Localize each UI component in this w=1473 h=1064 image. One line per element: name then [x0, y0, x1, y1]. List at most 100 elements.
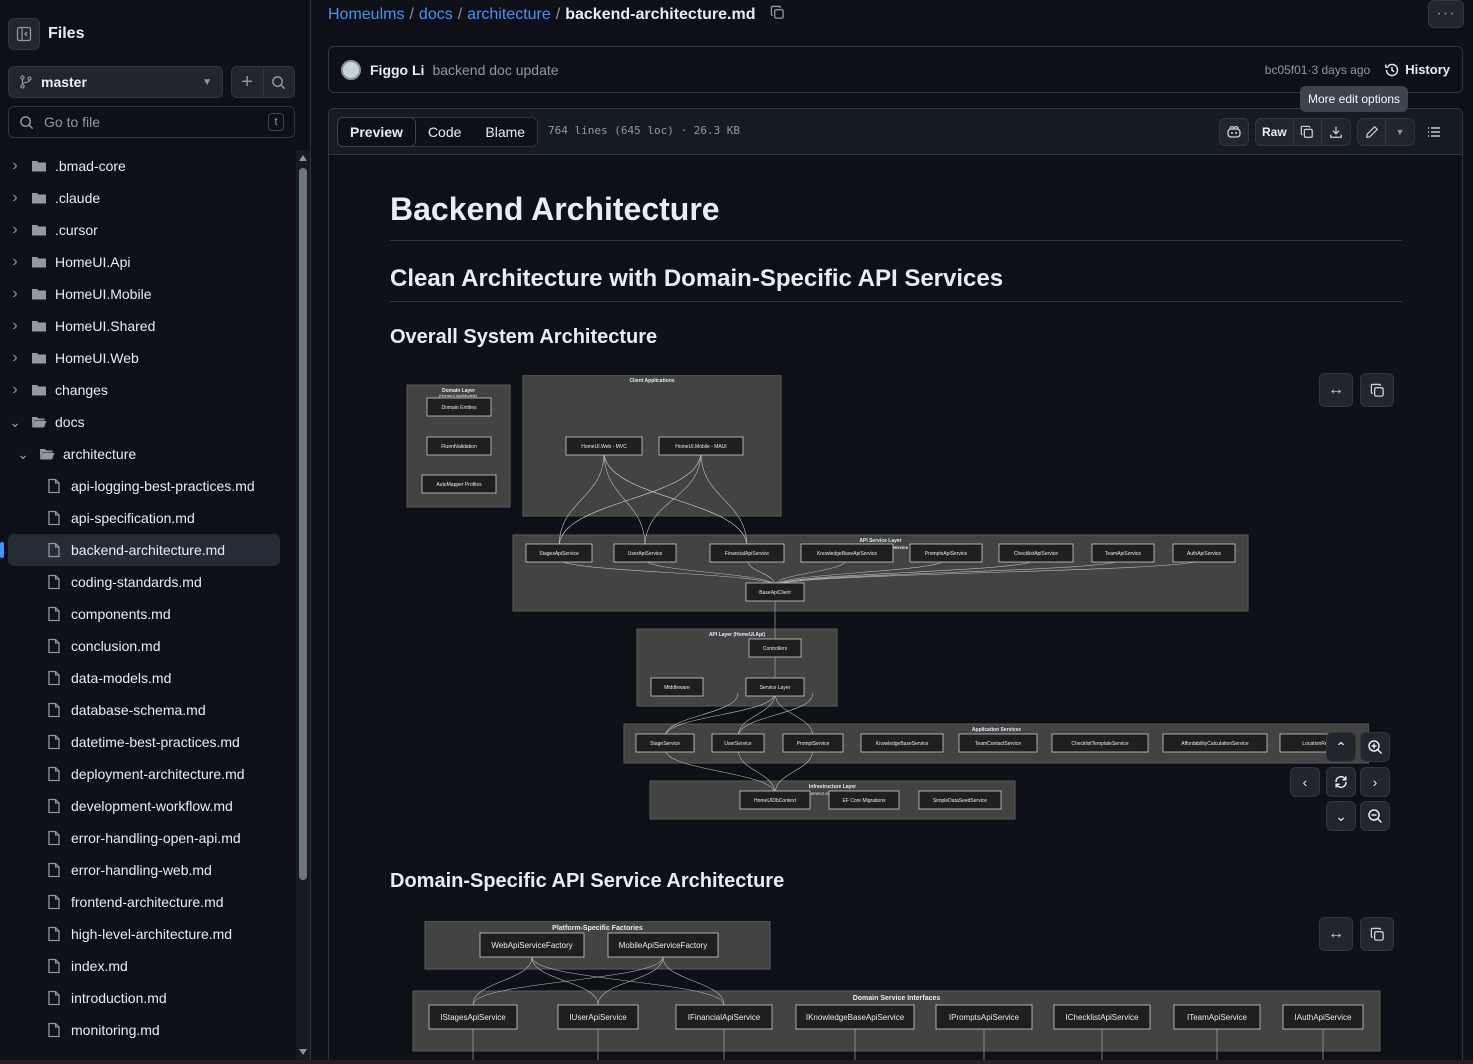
tree-file-item[interactable]: components.md: [0, 598, 296, 630]
tree-item-label: api-logging-best-practices.md: [71, 478, 255, 494]
tree-file-item[interactable]: backend-architecture.md: [0, 534, 280, 566]
tab-blame[interactable]: Blame: [473, 118, 537, 146]
breadcrumb: Homeulms / docs / architecture / backend…: [328, 5, 785, 25]
tree-file-item[interactable]: error-handling-web.md: [0, 854, 296, 886]
pan-right-button[interactable]: ›: [1360, 767, 1390, 797]
tree-file-item[interactable]: datetime-best-practices.md: [0, 726, 296, 758]
tree-file-item[interactable]: database-schema.md: [0, 694, 296, 726]
zoom-out-button[interactable]: [1360, 801, 1390, 831]
tree-folder-item[interactable]: › .cursor: [0, 214, 296, 246]
copy-path-button[interactable]: [770, 5, 785, 25]
tree-folder-item[interactable]: › HomeUI.Shared: [0, 310, 296, 342]
folder-open-icon: [32, 417, 47, 428]
folder-icon: [32, 257, 46, 268]
tree-file-item[interactable]: api-specification.md: [0, 502, 296, 534]
folder-icon-wrap: [31, 318, 47, 334]
tree-file-item[interactable]: development-workflow.md: [0, 790, 296, 822]
folder-icon: [32, 353, 46, 364]
factories-cluster-label: Platform-Specific Factories: [552, 925, 643, 932]
tree-file-item[interactable]: frontend-architecture.md: [0, 886, 296, 918]
tree-file-item[interactable]: monitoring.md: [0, 1014, 296, 1046]
sidebar-actions: +: [231, 66, 295, 98]
go-to-file-input[interactable]: Go to file t: [8, 106, 295, 138]
copy-raw-button[interactable]: [1294, 119, 1322, 145]
pan-left-button[interactable]: ‹: [1290, 767, 1320, 797]
tree-item-label: .cursor: [55, 222, 98, 238]
tab-code[interactable]: Code: [416, 118, 473, 146]
file-icon-wrap: [46, 862, 62, 878]
branch-selector[interactable]: master ▼: [8, 66, 223, 98]
tree-file-item[interactable]: coding-standards.md: [0, 566, 296, 598]
tree-folder-item[interactable]: › .claude: [0, 182, 296, 214]
chevron-down-icon[interactable]: ⌄: [9, 414, 21, 431]
download-raw-button[interactable]: [1322, 119, 1350, 145]
tree-file-item[interactable]: high-level-architecture.md: [0, 918, 296, 950]
tree-item-label: data-models.md: [71, 670, 172, 686]
history-button[interactable]: History: [1384, 62, 1450, 78]
tree-file-item[interactable]: conclusion.md: [0, 630, 296, 662]
collapse-sidebar-button[interactable]: [8, 18, 40, 50]
commit-sha[interactable]: bc05f01: [1265, 63, 1308, 77]
search-files-button[interactable]: [264, 67, 295, 97]
tree-file-item[interactable]: introduction.md: [0, 982, 296, 1014]
scroll-up-arrow[interactable]: [299, 155, 307, 161]
chevron-right-icon[interactable]: ›: [9, 189, 21, 207]
copy-diagram-button[interactable]: [1360, 373, 1394, 407]
chevron-right-icon[interactable]: ›: [9, 317, 21, 335]
tree-item-label: docs: [55, 414, 85, 430]
doc-heading-3-domain-specific: Domain-Specific API Service Architecture: [390, 870, 785, 892]
tree-folder-item[interactable]: ⌄ architecture: [0, 438, 296, 470]
chevron-right-icon[interactable]: ›: [9, 221, 21, 239]
avatar[interactable]: [341, 59, 361, 80]
diagram-node-label: Middleware: [664, 685, 690, 691]
sidebar-scrollbar[interactable]: [296, 150, 310, 1060]
tab-preview[interactable]: Preview: [337, 117, 416, 147]
copy-diagram-button[interactable]: [1360, 917, 1394, 951]
copilot-button[interactable]: [1220, 119, 1248, 145]
file-icon-wrap: [46, 894, 62, 910]
tree-folder-item[interactable]: › HomeUI.Api: [0, 246, 296, 278]
file-icon-wrap: [46, 1022, 62, 1038]
tree-folder-item[interactable]: › HomeUI.Web: [0, 342, 296, 374]
more-options-button[interactable]: ···: [1428, 0, 1464, 28]
breadcrumb-docs-link[interactable]: docs: [419, 6, 453, 24]
sidebar-title: Files: [48, 25, 85, 42]
chevron-down-icon[interactable]: ⌄: [17, 446, 29, 463]
scrollbar-thumb[interactable]: [299, 168, 307, 880]
copy-icon: [1370, 383, 1384, 397]
pan-down-button[interactable]: ⌄: [1326, 801, 1356, 831]
tree-file-item[interactable]: api-logging-best-practices.md: [0, 470, 296, 502]
api-service-layer-cluster-label: API Service Layer: [859, 538, 901, 544]
tree-file-item[interactable]: error-handling-open-api.md: [0, 822, 296, 854]
raw-button[interactable]: Raw: [1256, 119, 1294, 145]
diagram-node-label: UserApiService: [628, 551, 663, 557]
tree-folder-item[interactable]: › HomeUI.Mobile: [0, 278, 296, 310]
chevron-right-icon[interactable]: ›: [9, 253, 21, 271]
expand-diagram-button[interactable]: ↔: [1319, 917, 1353, 951]
expand-diagram-button[interactable]: ↔: [1319, 373, 1353, 407]
more-edit-options-button[interactable]: ▼: [1386, 119, 1414, 145]
tree-folder-item[interactable]: › .bmad-core: [0, 150, 296, 182]
file-icon: [48, 798, 60, 814]
scroll-down-arrow[interactable]: [299, 1049, 307, 1055]
tree-folder-item[interactable]: › changes: [0, 374, 296, 406]
chevron-right-icon[interactable]: ›: [9, 381, 21, 399]
outline-button[interactable]: [1420, 119, 1448, 145]
reset-view-button[interactable]: [1326, 767, 1356, 797]
folder-icon: [32, 321, 46, 332]
tree-file-item[interactable]: deployment-architecture.md: [0, 758, 296, 790]
chevron-right-icon[interactable]: ›: [9, 157, 21, 175]
pan-up-button[interactable]: ⌃: [1326, 732, 1356, 762]
chevron-right-icon[interactable]: ›: [9, 349, 21, 367]
edit-file-button[interactable]: [1358, 119, 1386, 145]
chevron-right-icon[interactable]: ›: [9, 285, 21, 303]
commit-message[interactable]: backend doc update: [432, 62, 558, 78]
breadcrumb-repo-link[interactable]: Homeulms: [328, 6, 404, 24]
tree-file-item[interactable]: data-models.md: [0, 662, 296, 694]
zoom-in-button[interactable]: [1360, 732, 1390, 762]
breadcrumb-architecture-link[interactable]: architecture: [467, 6, 551, 24]
commit-author[interactable]: Figgo Li: [370, 62, 424, 78]
tree-folder-item[interactable]: ⌄ docs: [0, 406, 296, 438]
tree-file-item[interactable]: index.md: [0, 950, 296, 982]
add-file-button[interactable]: +: [232, 67, 264, 97]
